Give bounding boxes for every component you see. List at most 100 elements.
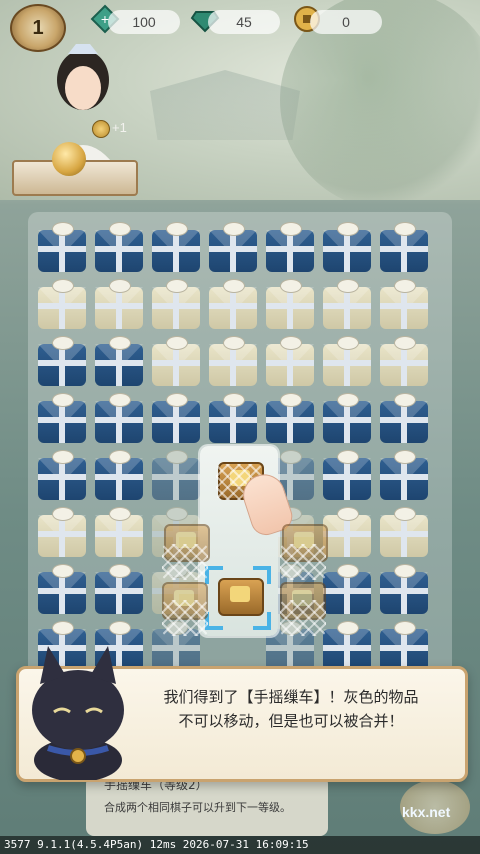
gift-box-icon: [152, 450, 200, 500]
gift-box-icon: [323, 393, 371, 443]
board-cell[interactable]: [150, 450, 204, 504]
board-cell[interactable]: [150, 336, 204, 390]
board-cell[interactable]: [321, 222, 375, 276]
coin-counter[interactable]: 0: [310, 10, 382, 34]
board-cell[interactable]: [36, 336, 90, 390]
board-cell[interactable]: [207, 336, 261, 390]
gift-box-icon: [38, 450, 86, 500]
gift-box-icon: [380, 393, 428, 443]
gift-box-icon: [95, 450, 143, 500]
cobweb-overlay: [162, 600, 208, 636]
board-cell[interactable]: [93, 564, 147, 618]
selection-corner-br: [253, 612, 271, 630]
board-cell[interactable]: [378, 450, 432, 504]
board-cell[interactable]: [93, 279, 147, 333]
board-cell[interactable]: [321, 279, 375, 333]
debug-status-bar: 3577 9.1.1(4.5.4P5an) 12ms 2026-07-31 16…: [0, 836, 480, 854]
dialog-line-1: 我们得到了【手摇缫车】！灰色的物品: [163, 688, 419, 706]
dialog-text: 我们得到了【手摇缫车】！灰色的物品 不可以移动，但是也可以被合并！: [141, 685, 441, 733]
board-cell[interactable]: [36, 279, 90, 333]
gift-box-icon: [323, 336, 371, 386]
board-cell[interactable]: [378, 507, 432, 561]
jade-counter[interactable]: 100: [108, 10, 180, 34]
board-cell[interactable]: [378, 336, 432, 390]
board-cell[interactable]: [36, 507, 90, 561]
board-cell[interactable]: [264, 336, 318, 390]
gift-box-icon: [38, 336, 86, 386]
board-cell[interactable]: [207, 393, 261, 447]
gift-box-icon: [266, 279, 314, 329]
board-cell[interactable]: [93, 507, 147, 561]
board-cell[interactable]: [36, 222, 90, 276]
status-text: 3577 9.1.1(4.5.4P5an) 12ms 2026-07-31 16…: [4, 838, 309, 851]
board-cell[interactable]: [264, 222, 318, 276]
gift-box-icon: [380, 222, 428, 272]
gift-box-icon: [152, 336, 200, 386]
board-cell[interactable]: [264, 279, 318, 333]
board-cell[interactable]: [321, 507, 375, 561]
gift-box-icon: [95, 507, 143, 557]
gift-box-icon: [152, 279, 200, 329]
board-cell[interactable]: [150, 222, 204, 276]
gift-box-icon: [380, 450, 428, 500]
board-cell[interactable]: [321, 450, 375, 504]
coin-bonus-label: +1: [112, 120, 127, 135]
gift-box-icon: [38, 507, 86, 557]
gift-box-icon: [38, 279, 86, 329]
board-cell[interactable]: [150, 393, 204, 447]
gift-box-icon: [38, 564, 86, 614]
gift-box-icon: [38, 222, 86, 272]
board-cell[interactable]: [321, 336, 375, 390]
gift-box-icon: [95, 564, 143, 614]
board-cell[interactable]: [264, 393, 318, 447]
gift-box-icon: [95, 279, 143, 329]
watermark-label: kkx.net: [402, 804, 451, 820]
gift-box-icon: [152, 222, 200, 272]
gem-value: 45: [236, 14, 252, 30]
board-cell[interactable]: [36, 393, 90, 447]
level-number: 1: [32, 16, 44, 39]
board-cell[interactable]: [321, 393, 375, 447]
jade-value: 100: [132, 14, 156, 30]
gift-box-icon: [209, 393, 257, 443]
gift-box-icon: [323, 621, 371, 671]
board-cell[interactable]: [93, 222, 147, 276]
cobweb-overlay: [162, 544, 208, 580]
gift-box-icon: [266, 222, 314, 272]
gift-box-icon: [380, 621, 428, 671]
gift-box-icon: [380, 507, 428, 557]
item-detail-body: 合成两个相同棋子可以升到下一等级。: [104, 801, 291, 814]
coin-bonus-icon: [92, 120, 110, 138]
cobweb-overlay: [280, 544, 326, 580]
board-cell[interactable]: [207, 279, 261, 333]
gift-box-icon: [380, 336, 428, 386]
gift-box-icon: [209, 222, 257, 272]
cat-mascot: [18, 640, 140, 782]
selection-corner-tr: [253, 566, 271, 584]
board-cell[interactable]: [207, 222, 261, 276]
board-cell[interactable]: [378, 279, 432, 333]
gift-box-icon: [266, 336, 314, 386]
board-cell[interactable]: [36, 450, 90, 504]
gem-counter[interactable]: 45: [208, 10, 280, 34]
board-cell[interactable]: [378, 393, 432, 447]
board-cell[interactable]: [321, 564, 375, 618]
board-cell[interactable]: [93, 393, 147, 447]
board-cell[interactable]: [378, 222, 432, 276]
gift-box-icon: [266, 393, 314, 443]
board-cell[interactable]: [93, 450, 147, 504]
gift-box-icon: [380, 564, 428, 614]
board-cell[interactable]: [378, 564, 432, 618]
board-cell[interactable]: [36, 564, 90, 618]
cobweb-overlay: [280, 600, 326, 636]
board-cell[interactable]: [150, 279, 204, 333]
gift-box-icon: [323, 564, 371, 614]
board-cell[interactable]: [93, 336, 147, 390]
gift-box-icon: [95, 336, 143, 386]
gift-box-icon: [95, 222, 143, 272]
gift-box-icon: [323, 279, 371, 329]
gift-box-icon: [95, 393, 143, 443]
gift-box-icon: [380, 279, 428, 329]
tray-coin-icon: [52, 142, 86, 176]
gift-box-icon: [323, 222, 371, 272]
